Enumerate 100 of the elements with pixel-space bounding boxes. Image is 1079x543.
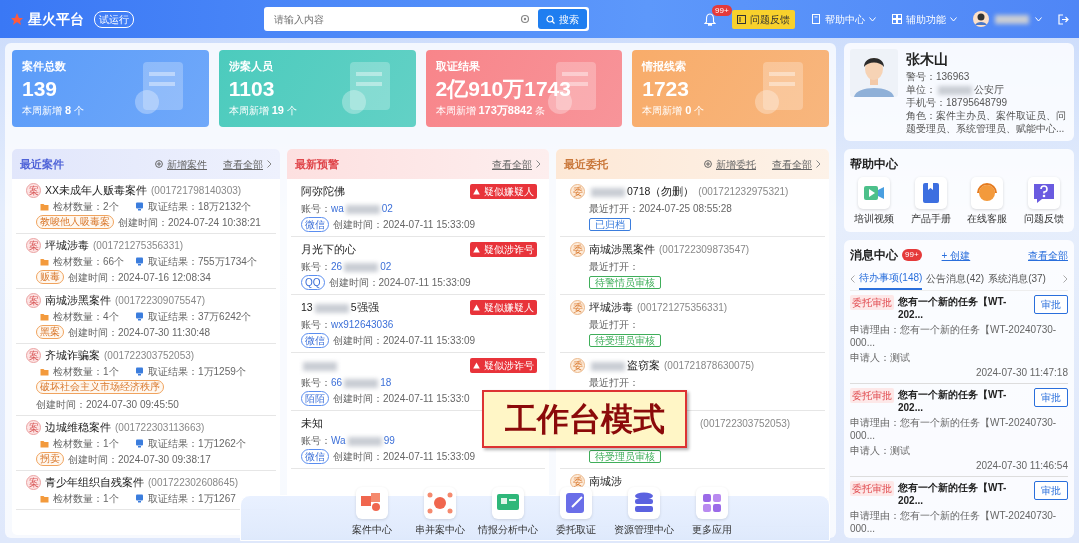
approve-button[interactable]: 审批	[1034, 388, 1068, 407]
message-tag: 委托审批	[850, 295, 894, 310]
help-menu[interactable]: 帮助中心	[811, 11, 876, 27]
monitor-icon	[135, 202, 144, 211]
add-link[interactable]: 新增案件	[155, 156, 207, 172]
case-code: (001722309075547)	[115, 294, 206, 308]
last-opened: 最近打开：2024-07-25 08:55:28	[588, 201, 733, 216]
monitor-icon	[135, 494, 144, 503]
avatar-icon	[973, 11, 989, 27]
alert-tag: 疑似涉诈号	[470, 242, 537, 258]
chevron-right-icon	[267, 160, 272, 168]
view-all-link[interactable]: 查看全部	[1028, 247, 1068, 263]
person-name: 月光下的心	[301, 242, 356, 257]
case-code: (001721275356331)	[93, 239, 184, 253]
created-time: 创建时间：2024-07-11 15:33:0	[333, 392, 470, 406]
approve-button[interactable]: 审批	[1034, 295, 1068, 314]
section-title: 帮助中心	[850, 156, 899, 173]
app-tile[interactable]	[492, 487, 524, 519]
help-tile[interactable]	[1027, 177, 1060, 209]
case-tag: 贩毒	[36, 270, 64, 284]
caret-icon	[869, 16, 876, 22]
chevron-left-icon[interactable]	[850, 275, 855, 283]
delegation-title: 0718（勿删）	[589, 184, 695, 200]
created-time: 创建时间：2024-07-11 15:33:09	[333, 450, 476, 464]
case-tag: 拐卖	[36, 452, 64, 466]
app-label: 案件中心	[352, 523, 392, 537]
monitor-icon	[135, 312, 144, 321]
grid-icon	[892, 14, 902, 24]
case-title: XX未成年人贩毒案件	[45, 183, 147, 198]
weekly-label: 本周新增	[228, 103, 269, 118]
weekly-value: 8	[65, 102, 72, 118]
account-number: 账号：wa 02	[301, 201, 394, 216]
unit-label: 条	[535, 103, 546, 118]
app-tile[interactable]	[628, 487, 660, 519]
approve-button[interactable]: 审批	[1034, 481, 1068, 500]
help-label: 问题反馈	[1023, 212, 1064, 226]
warning-icon	[473, 246, 480, 254]
app-tile[interactable]	[560, 487, 592, 519]
search-field[interactable]: 请输入内容 搜索	[264, 7, 589, 31]
material-count: 检材数量：2个	[53, 200, 119, 213]
feedback-button[interactable]: 问题反馈	[732, 9, 795, 29]
view-all-link[interactable]: 查看全部	[492, 156, 541, 172]
last-opened: 最近打开：	[588, 259, 640, 274]
help-tile[interactable]	[914, 177, 947, 209]
case-tag: 黑案	[36, 325, 64, 339]
section-title: 最新预警	[295, 156, 339, 172]
help-label: 培训视频	[854, 212, 894, 226]
notification-badge: 99+	[712, 4, 732, 16]
app-tile[interactable]	[424, 487, 456, 519]
message-applicant: 申请人：测试	[850, 444, 911, 457]
logout-icon[interactable]	[1058, 13, 1069, 25]
app-label: 委托取证	[556, 523, 596, 537]
brand-name: 星火平台	[28, 9, 84, 29]
delegation-title: 盗窃案	[589, 358, 660, 374]
chevron-right-icon[interactable]	[1063, 275, 1068, 283]
warning-icon	[473, 188, 480, 196]
message-tab[interactable]: 待办事项(148)	[859, 268, 923, 290]
created-time: 创建时间：2024-07-11 15:33:09	[328, 276, 471, 290]
case-icon: 案	[26, 183, 41, 198]
case-tag: 破坏社会主义市场经济秩序	[36, 380, 164, 394]
material-count: 检材数量：66个	[53, 255, 125, 268]
profile-detail: 手机号：18795648799	[906, 96, 1009, 109]
delegation-code: (001721878630075)	[664, 359, 755, 374]
stat-label: 涉案人员	[228, 59, 274, 74]
last-opened: 最近打开：	[588, 375, 640, 390]
message-reason: 申请理由：您有一个新的任务【WT-20240730-000...	[850, 509, 1058, 535]
view-all-link[interactable]: 查看全部	[772, 156, 821, 172]
add-link[interactable]: 新增委托	[704, 156, 756, 172]
folder-icon	[40, 312, 49, 321]
assist-menu[interactable]: 辅助功能	[892, 11, 957, 27]
profile-detail: 角色：案件主办员、案件取证员、问题受理员、系统管理员、赋能中心...	[906, 109, 1067, 135]
delegation-code: (001722303752053)	[700, 417, 791, 431]
created-time: 创建时间：2024-07-11 15:33:09	[333, 218, 476, 232]
message-tab[interactable]: 系统消息(37)	[988, 269, 1046, 289]
message-tab[interactable]: 公告消息(42)	[926, 269, 985, 289]
stat-label: 取证结果	[435, 59, 481, 74]
person-name: 阿弥陀佛	[301, 184, 345, 199]
case-icon: 案	[26, 420, 41, 435]
case-code: (001722303752053)	[104, 349, 195, 363]
search-button[interactable]: 搜索	[538, 9, 587, 29]
weekly-value: 19	[271, 102, 284, 118]
app-tile[interactable]	[696, 487, 728, 519]
help-tile[interactable]	[858, 177, 890, 209]
delegation-title: 南城涉黑案件	[589, 242, 655, 257]
app-tile[interactable]	[356, 487, 388, 519]
delegation-icon: 委	[570, 300, 585, 316]
book-icon	[811, 14, 821, 24]
app-label: 资源管理中心	[614, 523, 674, 537]
case-tag: 教唆他人吸毒案	[36, 215, 114, 229]
monitor-icon	[135, 439, 144, 448]
created-time: 创建时间：2024-07-11 15:33:09	[333, 334, 476, 348]
evidence-result: 取证结果：1万1262个	[148, 437, 246, 450]
evidence-result: 取证结果：1万1259个	[148, 365, 246, 378]
folder-icon	[40, 494, 49, 503]
view-all-link[interactable]: 查看全部	[223, 156, 272, 172]
create-link[interactable]: + 创建	[941, 247, 971, 263]
created-time: 创建时间：2024-07-16 12:08:34	[68, 270, 211, 284]
account-number: 账号：26 02	[301, 259, 393, 274]
case-code: (001722302608645)	[148, 476, 239, 490]
case-icon: 案	[26, 238, 41, 253]
